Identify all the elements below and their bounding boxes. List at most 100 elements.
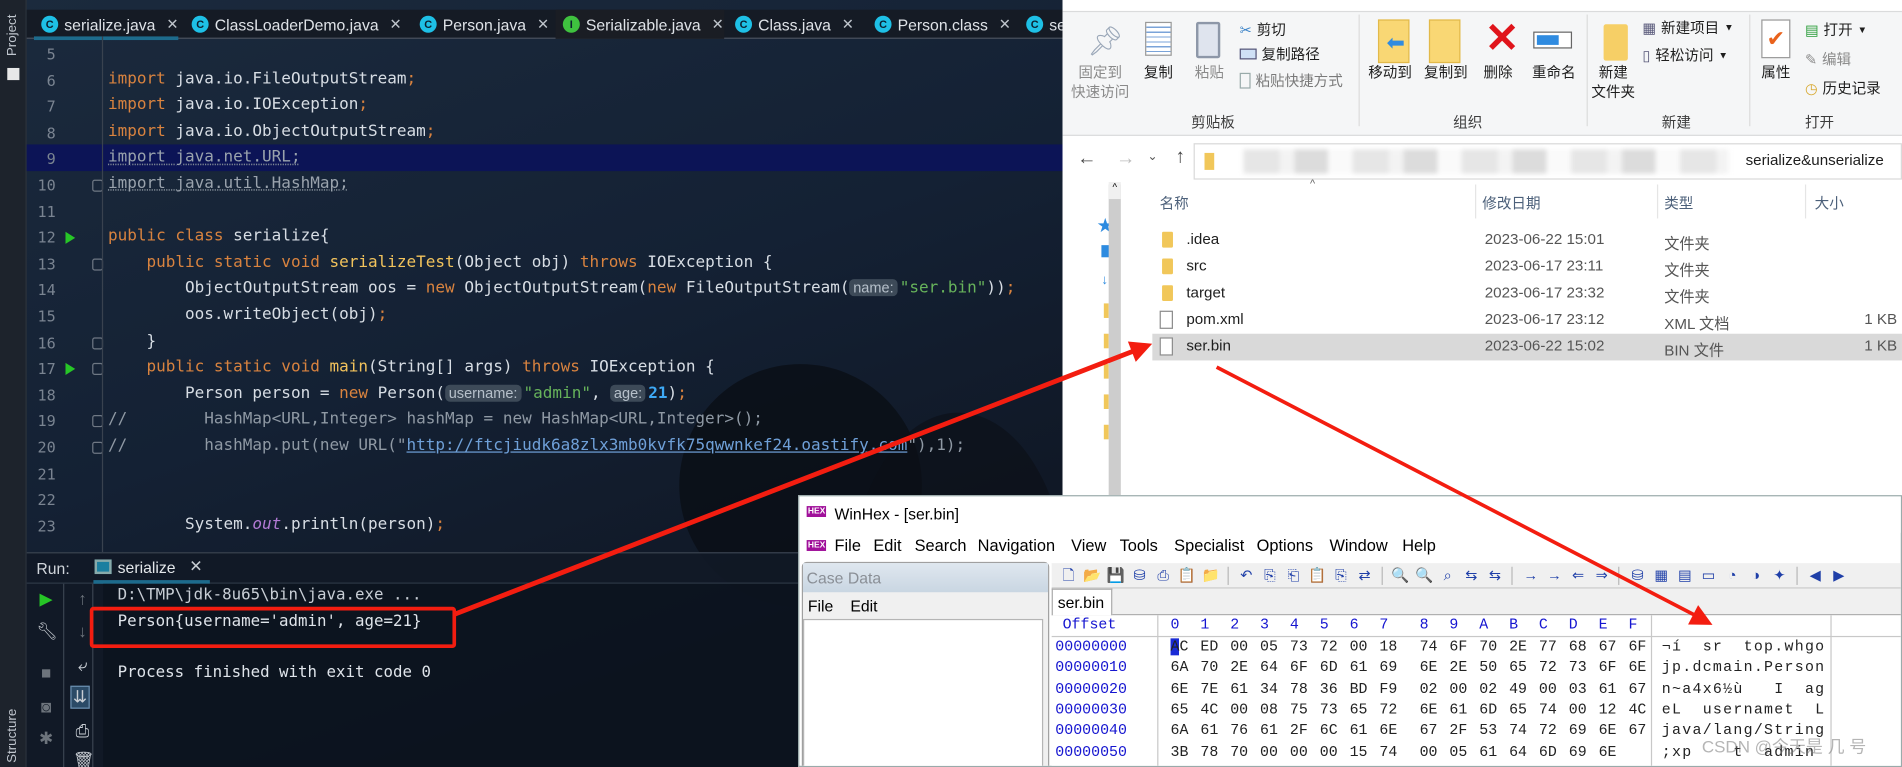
find-hex-icon[interactable]: ⌕	[1438, 566, 1457, 585]
hex-byte[interactable]: 00	[1290, 743, 1308, 760]
up-icon[interactable]: ↑	[1175, 147, 1185, 169]
paste-button[interactable]: 粘贴	[1191, 63, 1227, 82]
hex-byte[interactable]: 02	[1479, 680, 1497, 697]
tab-person-java[interactable]: C Person.java ✕	[412, 10, 549, 39]
close-icon[interactable]: ✕	[189, 557, 202, 576]
tab-person-class[interactable]: C Person.class ✕	[867, 10, 1011, 39]
hex-byte[interactable]: 64	[1260, 659, 1278, 676]
hex-byte[interactable]: 18	[1379, 638, 1397, 655]
nav-scrollbar[interactable]	[1108, 184, 1121, 496]
copy-button[interactable]: 复制	[1140, 63, 1176, 82]
hex-byte[interactable]: 53	[1479, 722, 1497, 739]
hex-byte[interactable]: 74	[1420, 638, 1438, 655]
stop-icon[interactable]: ■	[36, 663, 55, 682]
copy-icon[interactable]: ⎘	[1260, 566, 1279, 585]
hex-byte[interactable]: 69	[1569, 743, 1587, 760]
hex-byte[interactable]: 67	[1628, 680, 1646, 697]
paste-icon[interactable]: 📋	[1308, 566, 1327, 585]
hex-byte[interactable]: 50	[1479, 659, 1497, 676]
goto-offset-icon[interactable]: →	[1545, 566, 1564, 585]
column-date[interactable]: 修改日期	[1482, 193, 1540, 214]
find-red-icon[interactable]: 🔍	[1414, 566, 1433, 585]
hex-byte[interactable]: 65	[1350, 701, 1368, 718]
hex-byte[interactable]: 70	[1479, 638, 1497, 655]
goto-icon[interactable]: →	[1521, 566, 1540, 585]
hex-byte[interactable]: 73	[1290, 638, 1308, 655]
replace-icon[interactable]: ⇆	[1462, 566, 1481, 585]
hex-byte[interactable]: 6D	[1479, 701, 1497, 718]
hex-byte[interactable]: 00	[1539, 680, 1557, 697]
menu-tools[interactable]: Tools	[1120, 536, 1158, 554]
hex-byte[interactable]: 74	[1379, 743, 1397, 760]
delete-button[interactable]: 删除	[1480, 63, 1516, 82]
hex-byte[interactable]: 72	[1379, 701, 1397, 718]
hex-byte[interactable]: 6E	[1628, 659, 1646, 676]
hex-byte[interactable]: 67	[1420, 722, 1438, 739]
camera-icon[interactable]: ◙	[36, 697, 55, 716]
ram-icon[interactable]: ▦	[1651, 566, 1670, 585]
back-icon[interactable]: ←	[1077, 148, 1096, 170]
monitor-icon[interactable]: ▭	[1699, 566, 1718, 585]
save-icon[interactable]: 💾	[1106, 566, 1125, 585]
print-icon[interactable]: ⎙	[1154, 566, 1173, 585]
search-disk-icon[interactable]: ◑	[1746, 566, 1765, 585]
properties-icon[interactable]: 📋	[1177, 566, 1196, 585]
hex-byte[interactable]: 76	[1230, 722, 1248, 739]
replace-hex-icon[interactable]: ⇆	[1485, 566, 1504, 585]
hex-byte[interactable]: 36	[1320, 680, 1338, 697]
copy-path-button[interactable]: 复制路径	[1239, 44, 1320, 65]
menu-search[interactable]: Search	[915, 536, 967, 554]
close-icon[interactable]: ✕	[390, 16, 402, 33]
hex-byte[interactable]: 6F	[1599, 659, 1617, 676]
open-button[interactable]: ▤ 打开 ▼	[1805, 19, 1867, 40]
scroll-to-end-icon[interactable]: ⇊	[70, 685, 90, 709]
hex-byte[interactable]: 6E	[1171, 680, 1189, 697]
hex-byte[interactable]: 05	[1260, 638, 1278, 655]
file-row[interactable]: .idea 2023-06-22 15:01 文件夹	[1152, 227, 1902, 254]
hex-byte[interactable]: F9	[1379, 680, 1397, 697]
file-row[interactable]: pom.xml 2023-06-17 23:12 XML 文档 1 KB	[1152, 307, 1902, 334]
close-icon[interactable]: ✕	[712, 16, 724, 33]
menu-view[interactable]: View	[1071, 536, 1106, 554]
close-icon[interactable]: ✕	[537, 16, 549, 33]
hex-byte[interactable]: 65	[1509, 701, 1527, 718]
hex-byte[interactable]: 61	[1260, 722, 1278, 739]
hex-byte[interactable]: 69	[1569, 722, 1587, 739]
hex-byte[interactable]: 74	[1539, 701, 1557, 718]
file-row[interactable]: target 2023-06-17 23:32 文件夹	[1152, 280, 1902, 307]
hex-byte[interactable]: 70	[1200, 659, 1218, 676]
hex-byte[interactable]: 08	[1260, 701, 1278, 718]
hex-byte[interactable]: 00	[1230, 638, 1248, 655]
prev-icon[interactable]: ◀	[1806, 566, 1825, 585]
hex-byte[interactable]: 6C	[1320, 722, 1338, 739]
hex-byte[interactable]: 6D	[1539, 743, 1557, 760]
properties-button[interactable]: 属性	[1756, 63, 1795, 82]
tab-classloaderdemo-java[interactable]: C ClassLoaderDemo.java ✕	[184, 10, 402, 39]
hex-byte[interactable]: 67	[1628, 722, 1646, 739]
tab-serialize-java[interactable]: Cserialize.java ✕	[33, 10, 179, 41]
cut-button[interactable]: ✂ 剪切	[1240, 19, 1286, 40]
paste-special-icon[interactable]: ⎘	[1331, 566, 1350, 585]
hex-byte[interactable]: 00	[1420, 743, 1438, 760]
hex-byte[interactable]: 6E	[1599, 743, 1617, 760]
hex-byte[interactable]: 34	[1260, 680, 1278, 697]
hex-byte[interactable]: 61	[1350, 722, 1368, 739]
close-icon[interactable]: ✕	[166, 16, 178, 33]
new-folder-button[interactable]: 新建 文件夹	[1589, 63, 1638, 102]
close-icon[interactable]: ✕	[842, 16, 854, 33]
menu-options[interactable]: Options	[1257, 536, 1313, 554]
hex-byte[interactable]: 00	[1260, 743, 1278, 760]
file-row[interactable]: src 2023-06-17 23:11 文件夹	[1152, 254, 1902, 281]
menu-file[interactable]: File	[835, 536, 861, 554]
hex-byte[interactable]: 67	[1599, 638, 1617, 655]
forward-icon[interactable]: →	[1116, 148, 1135, 170]
hex-byte[interactable]: 75	[1290, 701, 1308, 718]
tab-se[interactable]: Cse	[1019, 10, 1063, 39]
hex-byte[interactable]: 4C	[1200, 701, 1218, 718]
hex-byte[interactable]: 65	[1171, 701, 1189, 718]
hex-byte[interactable]: 6A	[1171, 722, 1189, 739]
hex-byte[interactable]: ED	[1200, 638, 1218, 655]
hex-byte[interactable]: 6E	[1420, 659, 1438, 676]
hex-byte[interactable]: 3B	[1171, 743, 1189, 760]
hex-byte[interactable]: 4C	[1628, 701, 1646, 718]
